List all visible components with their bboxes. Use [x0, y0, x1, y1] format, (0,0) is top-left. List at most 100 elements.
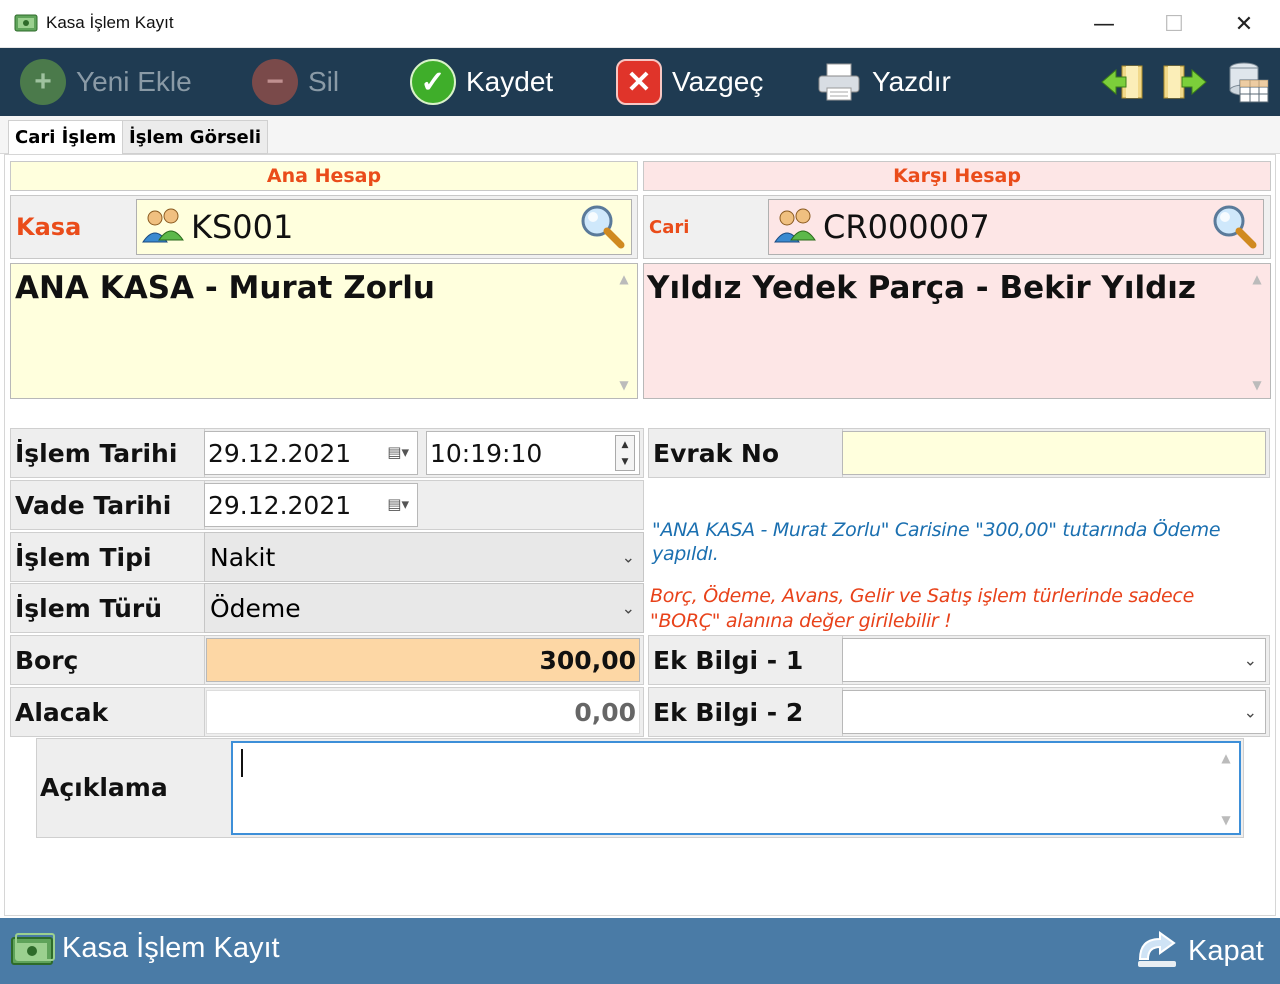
aciklama-textarea[interactable]: ▲ ▼ [231, 741, 1241, 835]
check-icon: ✓ [410, 59, 456, 105]
text-cursor [241, 749, 243, 777]
scroll-down-icon[interactable]: ▼ [1217, 813, 1235, 827]
app-icon [14, 12, 38, 34]
borc-input[interactable]: 300,00 [206, 638, 640, 682]
karsi-hesap-code-field[interactable]: CR000007 [768, 199, 1264, 255]
alacak-value: 0,00 [574, 697, 636, 727]
karsi-hesap-header-text: Karşı Hesap [893, 165, 1021, 187]
tab-label: İşlem Görseli [129, 126, 262, 148]
alacak-label-text: Alacak [15, 697, 109, 727]
chevron-down-icon: ⌄ [1243, 650, 1257, 670]
islem-tipi-label-text: İşlem Tipi [15, 542, 152, 572]
users-icon [141, 206, 187, 252]
borc-label: Borç [10, 635, 206, 685]
islem-tarihi-label: İşlem Tarihi [10, 428, 206, 478]
x-circle-icon: ✕ [616, 59, 662, 105]
evrak-no-label-text: Evrak No [653, 438, 780, 468]
scroll-up-icon[interactable]: ▲ [1217, 751, 1235, 765]
print-button[interactable]: Yazdır [816, 56, 951, 108]
print-button-label: Yazdır [872, 66, 951, 97]
next-record-button[interactable] [1160, 60, 1208, 104]
window-title: Kasa İşlem Kayıt [46, 13, 174, 32]
scroll-up-icon[interactable]: ▲ [1248, 272, 1266, 286]
footer-bar: Kasa İşlem Kayıt Kapat [0, 918, 1280, 984]
table-grid-icon [1229, 62, 1269, 103]
arrow-right-icon [1163, 65, 1207, 99]
islem-saati-field[interactable]: 10:19:10 ▲ ▼ [426, 431, 640, 475]
islem-tipi-select[interactable]: Nakit ⌄ [204, 532, 644, 582]
ana-hesap-code-field[interactable]: KS001 [136, 199, 632, 255]
maximize-icon: ☐ [1164, 11, 1184, 37]
islem-tarihi-value: 29.12.2021 [208, 438, 352, 468]
calendar-dropdown-icon[interactable]: ▤▾ [387, 443, 409, 461]
tab-islem-gorseli[interactable]: İşlem Görseli [122, 120, 269, 154]
ana-hesap-name: ANA KASA - Murat Zorlu [15, 270, 435, 306]
minimize-button[interactable]: — [1070, 0, 1138, 48]
vade-tarihi-date-field[interactable]: 29.12.2021 ▤▾ [204, 483, 418, 527]
islem-turu-value: Ödeme [210, 593, 301, 623]
aciklama-label: Açıklama [40, 773, 168, 802]
close-button-label: Kapat [1188, 934, 1264, 967]
ana-hesap-type-label: Kasa [16, 213, 82, 241]
ana-hesap-header: Ana Hesap [10, 161, 638, 191]
printer-icon [816, 59, 862, 105]
calendar-dropdown-icon[interactable]: ▤▾ [387, 495, 409, 513]
islem-tipi-label: İşlem Tipi [10, 532, 206, 582]
save-button-label: Kaydet [466, 66, 554, 97]
spin-icon[interactable]: ▲ ▼ [615, 435, 635, 471]
tab-cari-islem[interactable]: Cari İşlem [8, 120, 124, 154]
karsi-hesap-type-label: Cari [649, 217, 690, 238]
ana-hesap-name-memo[interactable]: ANA KASA - Murat Zorlu ▲ ▼ [10, 263, 638, 399]
islem-turu-label-text: İşlem Türü [15, 593, 163, 623]
delete-button[interactable]: − Sil [252, 56, 339, 108]
new-button[interactable]: + Yeni Ekle [20, 56, 192, 108]
islem-saati-value: 10:19:10 [430, 438, 543, 468]
cancel-button-label: Vazgeç [672, 66, 764, 97]
evrak-no-input[interactable] [842, 431, 1266, 475]
maximize-button[interactable]: ☐ [1140, 0, 1208, 48]
tab-label: Cari İşlem [15, 127, 117, 148]
warning-message: Borç, Ödeme, Avans, Gelir ve Satış işlem… [650, 585, 1194, 632]
tab-bar: Cari İşlem İşlem Görseli [0, 116, 1280, 154]
vade-tarihi-label: Vade Tarihi [10, 480, 206, 530]
ek-bilgi-1-select[interactable]: ⌄ [842, 638, 1266, 682]
ek-bilgi-1-label-text: Ek Bilgi - 1 [653, 645, 804, 675]
cancel-button[interactable]: ✕ Vazgeç [616, 56, 763, 108]
ana-hesap-code: KS001 [191, 208, 294, 246]
karsi-hesap-name: Yıldız Yedek Parça - Bekir Yıldız [647, 270, 1196, 306]
save-button[interactable]: ✓ Kaydet [410, 56, 553, 108]
islem-tarihi-label-text: İşlem Tarihi [15, 438, 178, 468]
chevron-down-icon: ⌄ [1243, 702, 1257, 722]
scroll-down-icon[interactable]: ▼ [615, 378, 633, 392]
islem-turu-select[interactable]: Ödeme ⌄ [204, 583, 644, 633]
chevron-down-icon: ⌄ [621, 547, 635, 567]
plus-circle-icon: + [20, 59, 66, 105]
evrak-no-label: Evrak No [648, 428, 844, 478]
karsi-hesap-name-memo[interactable]: Yıldız Yedek Parça - Bekir Yıldız ▲ ▼ [643, 263, 1271, 399]
scroll-up-icon[interactable]: ▲ [615, 272, 633, 286]
minus-circle-icon: − [252, 59, 298, 105]
close-window-button[interactable]: ✕ [1210, 0, 1278, 48]
footer-title: Kasa İşlem Kayıt [62, 932, 280, 964]
karsi-hesap-header: Karşı Hesap [643, 161, 1271, 191]
islem-tipi-value: Nakit [210, 542, 276, 572]
close-icon: ✕ [1234, 11, 1254, 37]
info-message: "ANA KASA - Murat Zorlu" Carisine "300,0… [652, 519, 1221, 565]
ana-hesap-header-text: Ana Hesap [266, 165, 382, 187]
previous-record-button[interactable] [1100, 60, 1148, 104]
ek-bilgi-2-select[interactable]: ⌄ [842, 690, 1266, 734]
users-icon [773, 206, 819, 252]
list-view-button[interactable] [1222, 60, 1270, 104]
scroll-down-icon[interactable]: ▼ [1248, 378, 1266, 392]
vade-tarihi-value: 29.12.2021 [208, 490, 352, 520]
close-button[interactable]: Kapat [1134, 928, 1264, 974]
search-icon[interactable] [577, 203, 627, 255]
vade-tarihi-label-text: Vade Tarihi [15, 490, 172, 520]
islem-tarihi-date-field[interactable]: 29.12.2021 ▤▾ [204, 431, 418, 475]
arrow-left-icon [1101, 65, 1143, 99]
alacak-input[interactable]: 0,00 [206, 690, 640, 734]
new-button-label: Yeni Ekle [76, 66, 192, 97]
ek-bilgi-2-label: Ek Bilgi - 2 [648, 687, 844, 737]
toolbar: + Yeni Ekle − Sil ✓ Kaydet ✕ Vazgeç Yazd… [0, 48, 1280, 116]
search-icon[interactable] [1209, 203, 1259, 255]
